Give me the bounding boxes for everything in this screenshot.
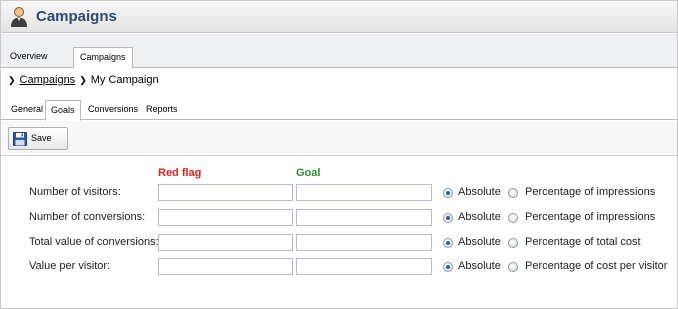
- conversions-absolute-label: Absolute: [458, 211, 501, 223]
- value-per-visitor-percentage-radio[interactable]: [508, 262, 518, 272]
- row-label-visitors: Number of visitors:: [29, 186, 121, 198]
- visitors-percentage-label: Percentage of impressions: [525, 186, 656, 198]
- breadcrumb-arrow-icon: ❯: [8, 75, 16, 85]
- conversions-goal-input[interactable]: [296, 209, 432, 226]
- conversions-percentage-radio[interactable]: [508, 213, 518, 223]
- visitors-percentage-radio[interactable]: [508, 188, 518, 198]
- visitors-absolute-radio[interactable]: [443, 188, 453, 198]
- total-value-goal-input[interactable]: [296, 234, 432, 251]
- tab-overview[interactable]: Overview: [4, 47, 54, 68]
- breadcrumb-current: My Campaign: [90, 74, 159, 86]
- user-icon: [11, 7, 27, 27]
- row-label-total-value: Total value of conversions:: [29, 236, 159, 248]
- tab-campaigns[interactable]: Campaigns: [73, 47, 133, 69]
- conversions-absolute-radio[interactable]: [443, 213, 453, 223]
- sub-tab-bar: General Goals Conversions Reports: [1, 99, 677, 121]
- top-tab-bar: Overview Campaigns: [1, 34, 677, 69]
- toolbar: Save: [1, 121, 677, 156]
- window: Campaigns Overview Campaigns ❯ Campaigns ❯…: [0, 0, 678, 309]
- value-per-visitor-absolute-radio[interactable]: [443, 262, 453, 272]
- row-label-conversions: Number of conversions:: [29, 211, 146, 223]
- tab-reports[interactable]: Reports: [141, 102, 183, 120]
- value-per-visitor-absolute-label: Absolute: [458, 260, 501, 272]
- value-per-visitor-percentage-label: Percentage of cost per visitor: [525, 260, 668, 272]
- save-button-label: Save: [31, 133, 52, 143]
- value-per-visitor-red-flag-input[interactable]: [158, 258, 293, 275]
- tab-goals[interactable]: Goals: [45, 100, 81, 121]
- breadcrumb: ❯ Campaigns ❯ My Campaign: [8, 74, 159, 86]
- value-per-visitor-goal-input[interactable]: [296, 258, 432, 275]
- total-value-absolute-label: Absolute: [458, 236, 501, 248]
- breadcrumb-separator-icon: ❯: [79, 75, 87, 85]
- total-value-percentage-radio[interactable]: [508, 238, 518, 248]
- tab-general[interactable]: General: [6, 102, 48, 120]
- goal-header: Goal: [296, 167, 321, 179]
- breadcrumb-link-campaigns[interactable]: Campaigns: [20, 74, 76, 86]
- tab-conversions[interactable]: Conversions: [83, 102, 143, 120]
- visitors-absolute-label: Absolute: [458, 186, 501, 198]
- visitors-red-flag-input[interactable]: [158, 184, 293, 201]
- save-button[interactable]: Save: [8, 127, 68, 150]
- red-flag-header: Red flag: [158, 167, 202, 179]
- row-label-value-per-visitor: Value per visitor:: [29, 260, 111, 272]
- total-value-absolute-radio[interactable]: [443, 238, 453, 248]
- title-bar: Campaigns: [1, 1, 677, 33]
- total-value-red-flag-input[interactable]: [158, 234, 293, 251]
- conversions-red-flag-input[interactable]: [158, 209, 293, 226]
- page-title: Campaigns: [36, 8, 117, 25]
- visitors-goal-input[interactable]: [296, 184, 432, 201]
- total-value-percentage-label: Percentage of total cost: [525, 236, 641, 248]
- conversions-percentage-label: Percentage of impressions: [525, 211, 656, 223]
- floppy-disk-icon: [13, 132, 27, 146]
